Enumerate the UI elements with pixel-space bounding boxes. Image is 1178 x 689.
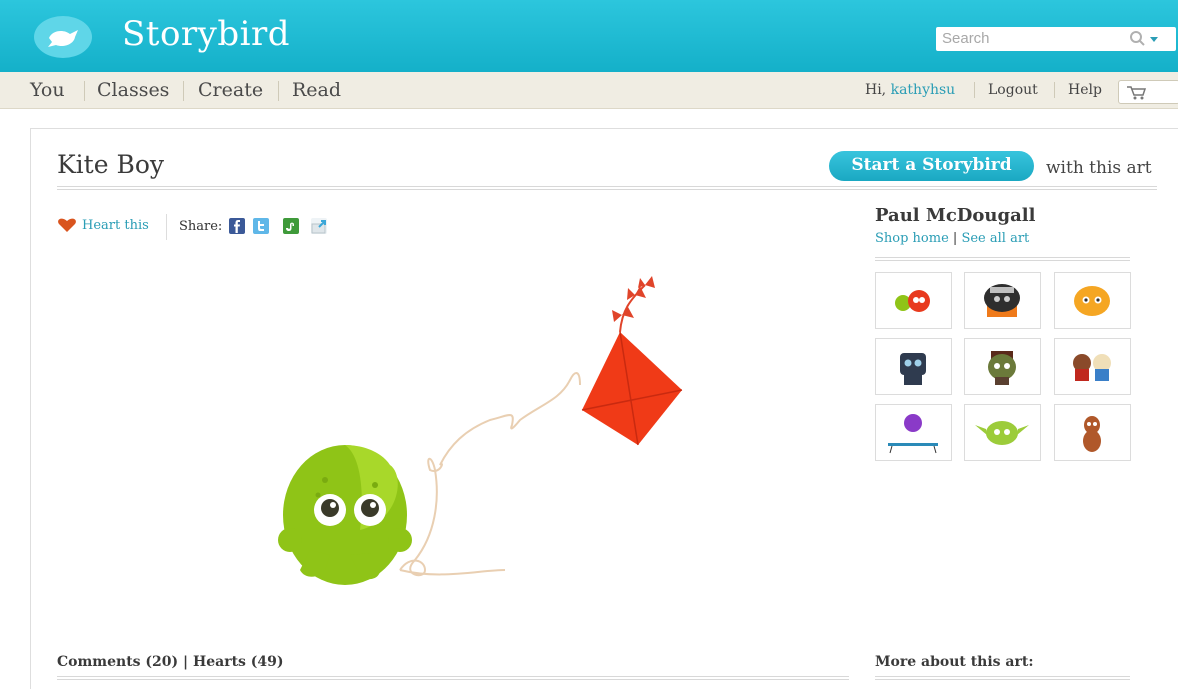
kite-boy-illustration <box>278 276 683 585</box>
art-thumbnail[interactable] <box>964 404 1041 461</box>
nav-divider <box>84 81 85 101</box>
more-about-art-heading: More about this art: <box>875 654 1034 670</box>
artist-name[interactable]: Paul McDougall <box>875 205 1035 226</box>
share-divider <box>166 214 167 240</box>
logout-link[interactable]: Logout <box>988 82 1038 98</box>
more-divider <box>875 676 1130 677</box>
nav-divider <box>278 81 279 101</box>
heart-this-link[interactable]: Heart this <box>82 218 149 233</box>
shop-home-link[interactable]: Shop home <box>875 231 949 246</box>
nav-item-you[interactable]: You <box>30 79 65 101</box>
help-link[interactable]: Help <box>1068 82 1102 98</box>
artist-divider <box>875 257 1130 258</box>
email-share-icon[interactable] <box>311 218 327 234</box>
cart-button[interactable] <box>1118 80 1178 104</box>
comments-divider <box>57 679 849 680</box>
cart-icon <box>1127 86 1147 100</box>
see-all-art-link[interactable]: See all art <box>961 231 1029 246</box>
stumbleupon-icon[interactable] <box>283 218 299 234</box>
username-link[interactable]: kathyhsu <box>891 82 956 98</box>
search-icon[interactable] <box>1128 29 1168 49</box>
heart-icon[interactable] <box>57 217 77 233</box>
artist-links: Shop home | See all art <box>875 231 1029 246</box>
art-title: Kite Boy <box>57 150 165 179</box>
nav-divider <box>974 82 975 98</box>
title-divider <box>57 189 1157 190</box>
title-divider <box>57 186 1157 187</box>
art-thumbnail[interactable] <box>964 338 1041 395</box>
nav-divider <box>183 81 184 101</box>
comments-hearts-heading[interactable]: Comments (20) | Hearts (49) <box>57 654 284 670</box>
search-input[interactable]: Search <box>942 30 990 47</box>
art-thumbnail[interactable] <box>964 272 1041 329</box>
logo-text[interactable]: Storybird <box>122 14 290 54</box>
nav-item-classes[interactable]: Classes <box>97 79 169 101</box>
art-thumbnail[interactable] <box>1054 338 1131 395</box>
art-thumbnail[interactable] <box>1054 272 1131 329</box>
more-divider <box>875 679 1130 680</box>
share-label: Share: <box>179 219 223 234</box>
bird-logo-icon[interactable] <box>34 16 92 58</box>
nav-divider <box>1054 82 1055 98</box>
twitter-icon[interactable] <box>253 218 269 234</box>
with-this-art-text: with this art <box>1046 158 1152 178</box>
greeting-text: Hi, <box>865 82 887 98</box>
greeting: Hi, kathyhsu <box>865 82 955 98</box>
start-storybird-button[interactable]: Start a Storybird <box>829 151 1034 181</box>
nav-bar: You Classes Create Read Hi, kathyhsu Log… <box>0 72 1178 109</box>
art-thumbnail[interactable] <box>875 404 952 461</box>
link-separator: | <box>952 231 958 246</box>
artist-divider <box>875 260 1130 261</box>
nav-item-create[interactable]: Create <box>198 79 263 101</box>
search-box[interactable]: Search <box>936 27 1176 51</box>
art-thumbnail[interactable] <box>875 272 952 329</box>
art-thumbnail[interactable] <box>1054 404 1131 461</box>
facebook-icon[interactable] <box>229 218 245 234</box>
top-bar: Storybird Search <box>0 0 1178 72</box>
art-thumbnail[interactable] <box>875 338 952 395</box>
nav-item-read[interactable]: Read <box>292 79 341 101</box>
comments-divider <box>57 676 849 677</box>
